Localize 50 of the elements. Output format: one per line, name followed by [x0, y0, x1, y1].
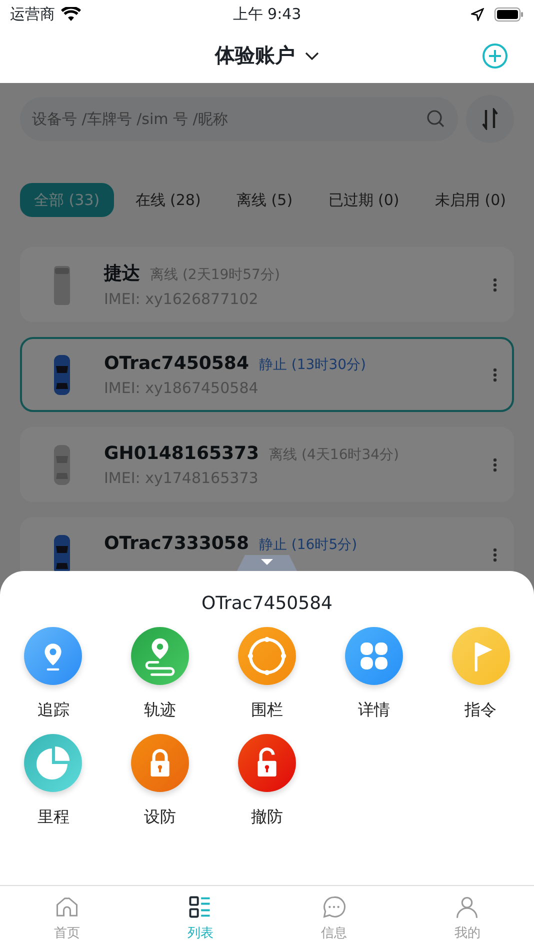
location-arrow-icon	[471, 8, 484, 20]
action-button[interactable]: 设防	[106, 733, 214, 828]
nav-tab[interactable]: 列表	[134, 886, 267, 950]
nav-tab[interactable]: 信息	[267, 886, 400, 950]
person-icon	[454, 894, 480, 920]
carrier-name: 运营商	[10, 4, 55, 24]
vehicle-name: OTrac7450584	[104, 352, 249, 374]
sheet-title: OTrac7450584	[201, 593, 332, 614]
chat-icon	[320, 894, 347, 920]
wifi-icon	[61, 6, 81, 22]
add-button[interactable]	[482, 43, 508, 69]
pin-icon	[23, 626, 84, 686]
vehicle-status: 静止 (16时5分)	[258, 536, 358, 554]
search-field[interactable]: 设备号 /车牌号 /sim 号 /昵称	[20, 97, 458, 141]
vehicle-name: OTrac7333058	[104, 532, 249, 554]
sort-button[interactable]	[466, 95, 514, 143]
vehicle-name: 捷达	[104, 262, 140, 285]
action-button[interactable]: 详情	[320, 626, 428, 721]
filter-tab[interactable]: 离线 (5)	[222, 183, 307, 217]
clover-icon	[344, 626, 404, 686]
more-icon[interactable]	[492, 546, 498, 562]
vehicle-name: GH0148165373	[104, 442, 260, 464]
action-button[interactable]: 围栏	[214, 626, 320, 721]
vehicle-status: 静止 (13时30分)	[258, 356, 366, 374]
filter-tab[interactable]: 已过期 (0)	[314, 183, 414, 217]
action-button[interactable]: 撤防	[214, 733, 320, 828]
lock-icon	[130, 733, 190, 793]
filter-tab[interactable]: 未启用 (0)	[420, 183, 520, 217]
account-title: 体验账户	[215, 42, 295, 69]
flag-icon	[450, 626, 511, 686]
sort-icon	[481, 108, 499, 130]
nav-tab[interactable]: 首页	[0, 886, 134, 950]
pie-chart-icon	[23, 733, 84, 793]
action-button[interactable]: 指令	[427, 626, 534, 721]
collapse-handle[interactable]	[237, 555, 297, 571]
action-button[interactable]: 轨迹	[106, 626, 214, 721]
action-button[interactable]: 里程	[0, 733, 107, 828]
filter-tab[interactable]: 在线 (28)	[121, 183, 215, 217]
route-icon	[130, 626, 190, 686]
more-icon[interactable]	[492, 456, 498, 472]
clock-time: 上午 9:43	[232, 4, 302, 24]
nav-tab[interactable]: 我的	[400, 886, 534, 950]
more-icon[interactable]	[492, 276, 498, 292]
action-button[interactable]: 追踪	[0, 626, 107, 721]
search-icon	[426, 109, 446, 129]
unlock-icon	[236, 733, 297, 793]
battery-icon	[494, 6, 524, 22]
chevron-down-icon[interactable]	[305, 52, 319, 60]
more-icon[interactable]	[492, 366, 498, 382]
ring-icon	[236, 626, 297, 686]
